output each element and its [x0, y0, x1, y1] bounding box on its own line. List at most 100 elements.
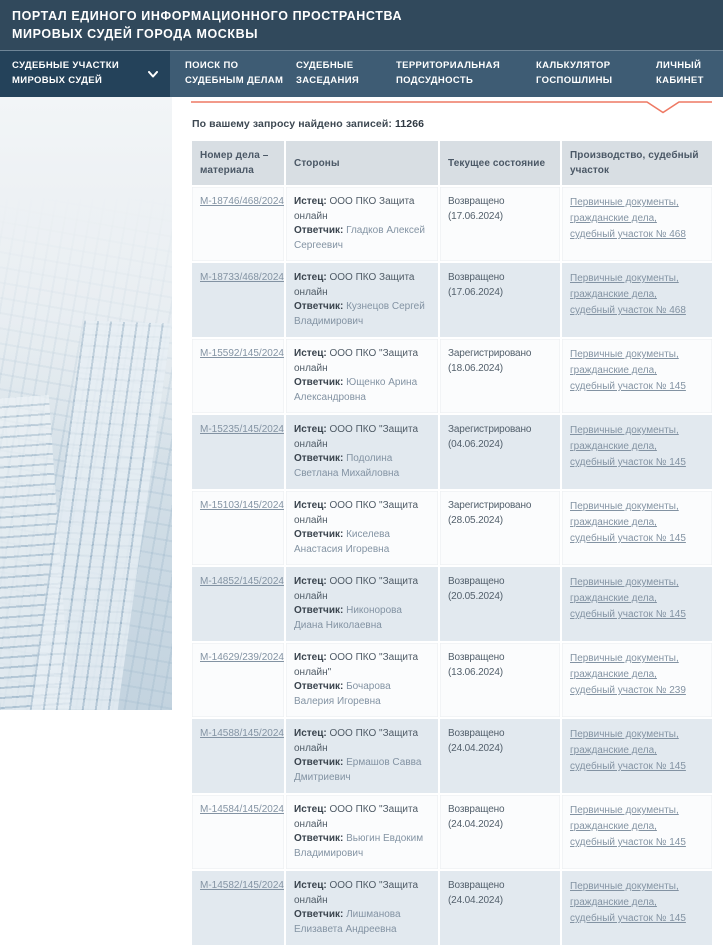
defendant-label: Ответчик:	[294, 225, 343, 236]
status-text: Возвращено (24.04.2024)	[448, 804, 504, 830]
status-text: Возвращено (24.04.2024)	[448, 728, 504, 754]
nav-item-territorial-jurisdiction[interactable]: ТЕРРИТОРИАЛЬНАЯ ПОДСУДНОСТЬ	[396, 51, 532, 97]
status-text: Зарегистрировано (04.06.2024)	[448, 424, 531, 450]
site-title: ПОРТАЛ ЕДИНОГО ИНФОРМАЦИОННОГО ПРОСТРАНС…	[12, 7, 452, 43]
parties-cell: Истец: ООО ПКО "Защита онлайнОтветчик: П…	[286, 415, 440, 491]
table-header-row: Номер дела – материала Стороны Текущее с…	[192, 141, 712, 187]
case-number-cell: М-14584/145/2024	[192, 795, 286, 871]
production-cell: Первичные документы, гражданские дела, с…	[562, 187, 712, 263]
production-cell: Первичные документы, гражданские дела, с…	[562, 871, 712, 947]
case-number-link[interactable]: М-14588/145/2024	[200, 728, 284, 739]
site-header: ПОРТАЛ ЕДИНОГО ИНФОРМАЦИОННОГО ПРОСТРАНС…	[0, 0, 723, 50]
production-cell: Первичные документы, гражданские дела, с…	[562, 795, 712, 871]
status-cell: Возвращено (24.04.2024)	[440, 871, 562, 947]
parties-cell: Истец: ООО ПКО "Защита онлайн"Ответчик: …	[286, 643, 440, 719]
production-link[interactable]: Первичные документы, гражданские дела, с…	[570, 271, 690, 319]
table-row: М-18733/468/2024Истец: ООО ПКО Защита он…	[192, 263, 712, 339]
plaintiff-label: Истец:	[294, 272, 327, 283]
status-cell: Возвращено (17.06.2024)	[440, 187, 562, 263]
case-number-link[interactable]: М-15592/145/2024	[200, 348, 284, 359]
status-cell: Возвращено (24.04.2024)	[440, 719, 562, 795]
status-cell: Зарегистрировано (28.05.2024)	[440, 491, 562, 567]
plaintiff-label: Истец:	[294, 424, 327, 435]
parties-cell: Истец: ООО ПКО "Защита онлайнОтветчик: Е…	[286, 719, 440, 795]
status-text: Возвращено (24.04.2024)	[448, 880, 504, 906]
production-cell: Первичные документы, гражданские дела, с…	[562, 719, 712, 795]
production-link[interactable]: Первичные документы, гражданские дела, с…	[570, 879, 690, 927]
status-text: Возвращено (17.06.2024)	[448, 196, 504, 222]
production-link[interactable]: Первичные документы, гражданские дела, с…	[570, 499, 690, 547]
status-text: Возвращено (20.05.2024)	[448, 576, 504, 602]
content-panel: По вашему запросу найдено записей:11266 …	[172, 97, 723, 710]
plaintiff-label: Истец:	[294, 348, 327, 359]
case-number-link[interactable]: М-15235/145/2024	[200, 424, 284, 435]
case-number-cell: М-14582/145/2024	[192, 871, 286, 947]
production-cell: Первичные документы, гражданские дела, с…	[562, 415, 712, 491]
production-link[interactable]: Первичные документы, гражданские дела, с…	[570, 347, 690, 395]
chevron-down-icon	[148, 65, 158, 83]
case-number-cell: М-14629/239/2024	[192, 643, 286, 719]
case-number-link[interactable]: М-14852/145/2024	[200, 576, 284, 587]
column-header-current-state: Текущее состояние	[440, 141, 562, 187]
status-cell: Возвращено (17.06.2024)	[440, 263, 562, 339]
defendant-label: Ответчик:	[294, 529, 343, 540]
defendant-label: Ответчик:	[294, 377, 343, 388]
production-link[interactable]: Первичные документы, гражданские дела, с…	[570, 423, 690, 471]
case-number-cell: М-15103/145/2024	[192, 491, 286, 567]
parties-cell: Истец: ООО ПКО "Защита онлайнОтветчик: К…	[286, 491, 440, 567]
status-cell: Возвращено (13.06.2024)	[440, 643, 562, 719]
production-cell: Первичные документы, гражданские дела, с…	[562, 643, 712, 719]
production-link[interactable]: Первичные документы, гражданские дела, с…	[570, 195, 690, 243]
production-link[interactable]: Первичные документы, гражданские дела, с…	[570, 651, 690, 699]
case-number-link[interactable]: М-14584/145/2024	[200, 804, 284, 815]
case-number-cell: М-14588/145/2024	[192, 719, 286, 795]
column-header-case-number: Номер дела – материала	[192, 141, 286, 187]
case-number-link[interactable]: М-14582/145/2024	[200, 880, 284, 891]
defendant-label: Ответчик:	[294, 757, 343, 768]
results-summary: По вашему запросу найдено записей:11266	[192, 118, 723, 130]
defendant-label: Ответчик:	[294, 605, 343, 616]
plaintiff-label: Истец:	[294, 576, 327, 587]
case-number-cell: М-18733/468/2024	[192, 263, 286, 339]
defendant-label: Ответчик:	[294, 833, 343, 844]
status-cell: Возвращено (20.05.2024)	[440, 567, 562, 643]
case-table: Номер дела – материала Стороны Текущее с…	[192, 141, 712, 947]
nav-item-court-districts[interactable]: СУДЕБНЫЕ УЧАСТКИ МИРОВЫХ СУДЕЙ	[0, 51, 170, 97]
results-count: 11266	[395, 118, 424, 130]
nav-item-case-search[interactable]: ПОИСК ПО СУДЕБНЫМ ДЕЛАМ	[185, 51, 287, 97]
parties-cell: Истец: ООО ПКО "Защита онлайнОтветчик: Л…	[286, 871, 440, 947]
production-link[interactable]: Первичные документы, гражданские дела, с…	[570, 727, 690, 775]
main-nav: СУДЕБНЫЕ УЧАСТКИ МИРОВЫХ СУДЕЙ ПОИСК ПО …	[0, 50, 723, 97]
case-table-body: М-18746/468/2024Истец: ООО ПКО Защита он…	[192, 187, 712, 947]
plaintiff-label: Истец:	[294, 652, 327, 663]
defendant-label: Ответчик:	[294, 681, 343, 692]
defendant-label: Ответчик:	[294, 909, 343, 920]
case-number-link[interactable]: М-15103/145/2024	[200, 500, 284, 511]
nav-item-personal-account[interactable]: ЛИЧНЫЙ КАБИНЕТ	[656, 51, 718, 97]
case-number-cell: М-18746/468/2024	[192, 187, 286, 263]
production-link[interactable]: Первичные документы, гражданские дела, с…	[570, 575, 690, 623]
table-row: М-14588/145/2024Истец: ООО ПКО "Защита о…	[192, 719, 712, 795]
table-row: М-18746/468/2024Истец: ООО ПКО Защита он…	[192, 187, 712, 263]
table-row: М-14852/145/2024Истец: ООО ПКО "Защита о…	[192, 567, 712, 643]
plaintiff-label: Истец:	[294, 500, 327, 511]
table-row: М-14584/145/2024Истец: ООО ПКО "Защита о…	[192, 795, 712, 871]
case-number-link[interactable]: М-18746/468/2024	[200, 196, 284, 207]
case-number-cell: М-15592/145/2024	[192, 339, 286, 415]
case-number-link[interactable]: М-14629/239/2024	[200, 652, 284, 663]
status-cell: Зарегистрировано (04.06.2024)	[440, 415, 562, 491]
status-text: Зарегистрировано (18.06.2024)	[448, 348, 531, 374]
case-number-cell: М-14852/145/2024	[192, 567, 286, 643]
case-number-cell: М-15235/145/2024	[192, 415, 286, 491]
city-background-image	[0, 97, 172, 710]
production-link[interactable]: Первичные документы, гражданские дела, с…	[570, 803, 690, 851]
status-text: Возвращено (13.06.2024)	[448, 652, 504, 678]
nav-item-court-sessions[interactable]: СУДЕБНЫЕ ЗАСЕДАНИЯ	[296, 51, 392, 97]
status-text: Зарегистрировано (28.05.2024)	[448, 500, 531, 526]
nav-item-fee-calculator[interactable]: КАЛЬКУЛЯТОР ГОСПОШЛИНЫ	[536, 51, 648, 97]
case-number-link[interactable]: М-18733/468/2024	[200, 272, 284, 283]
plaintiff-label: Истец:	[294, 880, 327, 891]
table-row: М-15592/145/2024Истец: ООО ПКО "Защита о…	[192, 339, 712, 415]
production-cell: Первичные документы, гражданские дела, с…	[562, 339, 712, 415]
plaintiff-label: Истец:	[294, 804, 327, 815]
